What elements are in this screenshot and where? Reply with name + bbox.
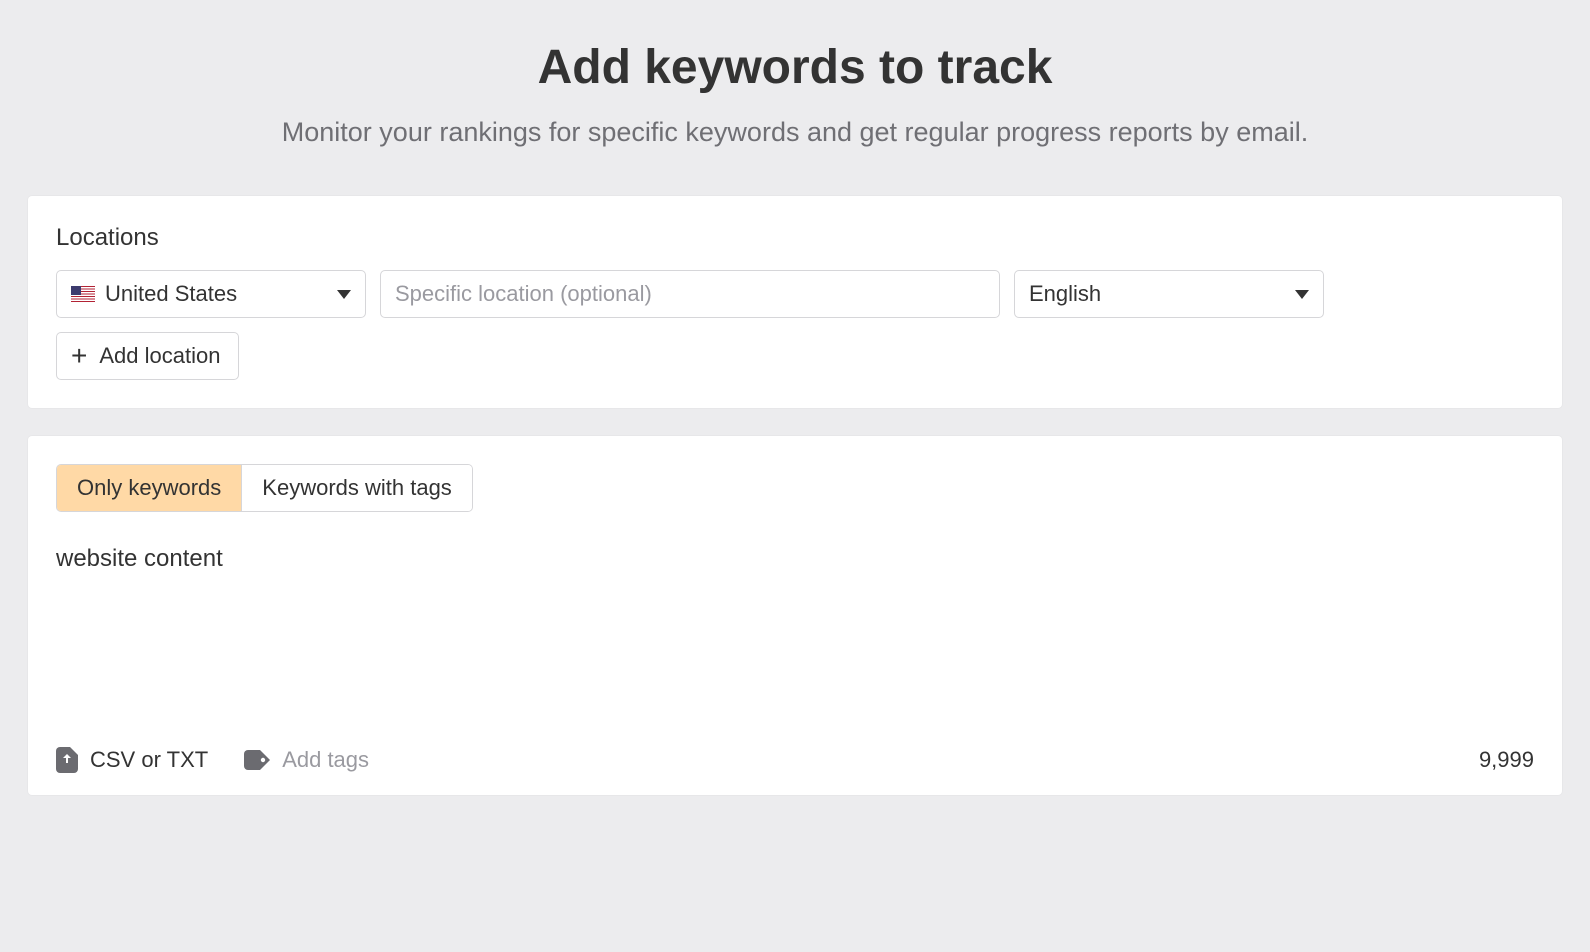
upload-file-button[interactable]: CSV or TXT <box>56 747 208 773</box>
specific-location-input[interactable] <box>380 270 1000 318</box>
add-tags-button[interactable]: Add tags <box>244 747 369 773</box>
add-location-label: Add location <box>99 343 220 369</box>
page-subtitle: Monitor your rankings for specific keywo… <box>28 117 1562 148</box>
keywords-footer-left: CSV or TXT Add tags <box>56 747 369 773</box>
header-block: Add keywords to track Monitor your ranki… <box>28 40 1562 148</box>
keywords-textarea[interactable] <box>56 542 1534 732</box>
locations-card: Locations United States English + Add lo… <box>28 196 1562 408</box>
locations-row: United States English <box>56 270 1534 318</box>
chevron-down-icon <box>1295 290 1309 299</box>
keywords-card: Only keywords Keywords with tags CSV or … <box>28 436 1562 795</box>
add-location-button[interactable]: + Add location <box>56 332 239 380</box>
language-select-value: English <box>1029 281 1101 307</box>
keywords-footer: CSV or TXT Add tags 9,999 <box>56 747 1534 773</box>
locations-label: Locations <box>56 224 1534 252</box>
plus-icon: + <box>71 342 87 370</box>
tab-only-keywords[interactable]: Only keywords <box>57 465 241 511</box>
country-select[interactable]: United States <box>56 270 366 318</box>
tab-keywords-with-tags[interactable]: Keywords with tags <box>241 465 472 511</box>
language-select[interactable]: English <box>1014 270 1324 318</box>
country-select-value: United States <box>105 281 237 307</box>
upload-file-icon <box>56 747 78 773</box>
page-title: Add keywords to track <box>28 40 1562 95</box>
page-root: Add keywords to track Monitor your ranki… <box>0 0 1590 851</box>
keywords-mode-segmented: Only keywords Keywords with tags <box>56 464 473 512</box>
us-flag-icon <box>71 286 95 302</box>
add-tags-label: Add tags <box>282 747 369 773</box>
upload-file-label: CSV or TXT <box>90 747 208 773</box>
keywords-remaining-counter: 9,999 <box>1479 747 1534 773</box>
tag-icon <box>244 750 270 770</box>
chevron-down-icon <box>337 290 351 299</box>
